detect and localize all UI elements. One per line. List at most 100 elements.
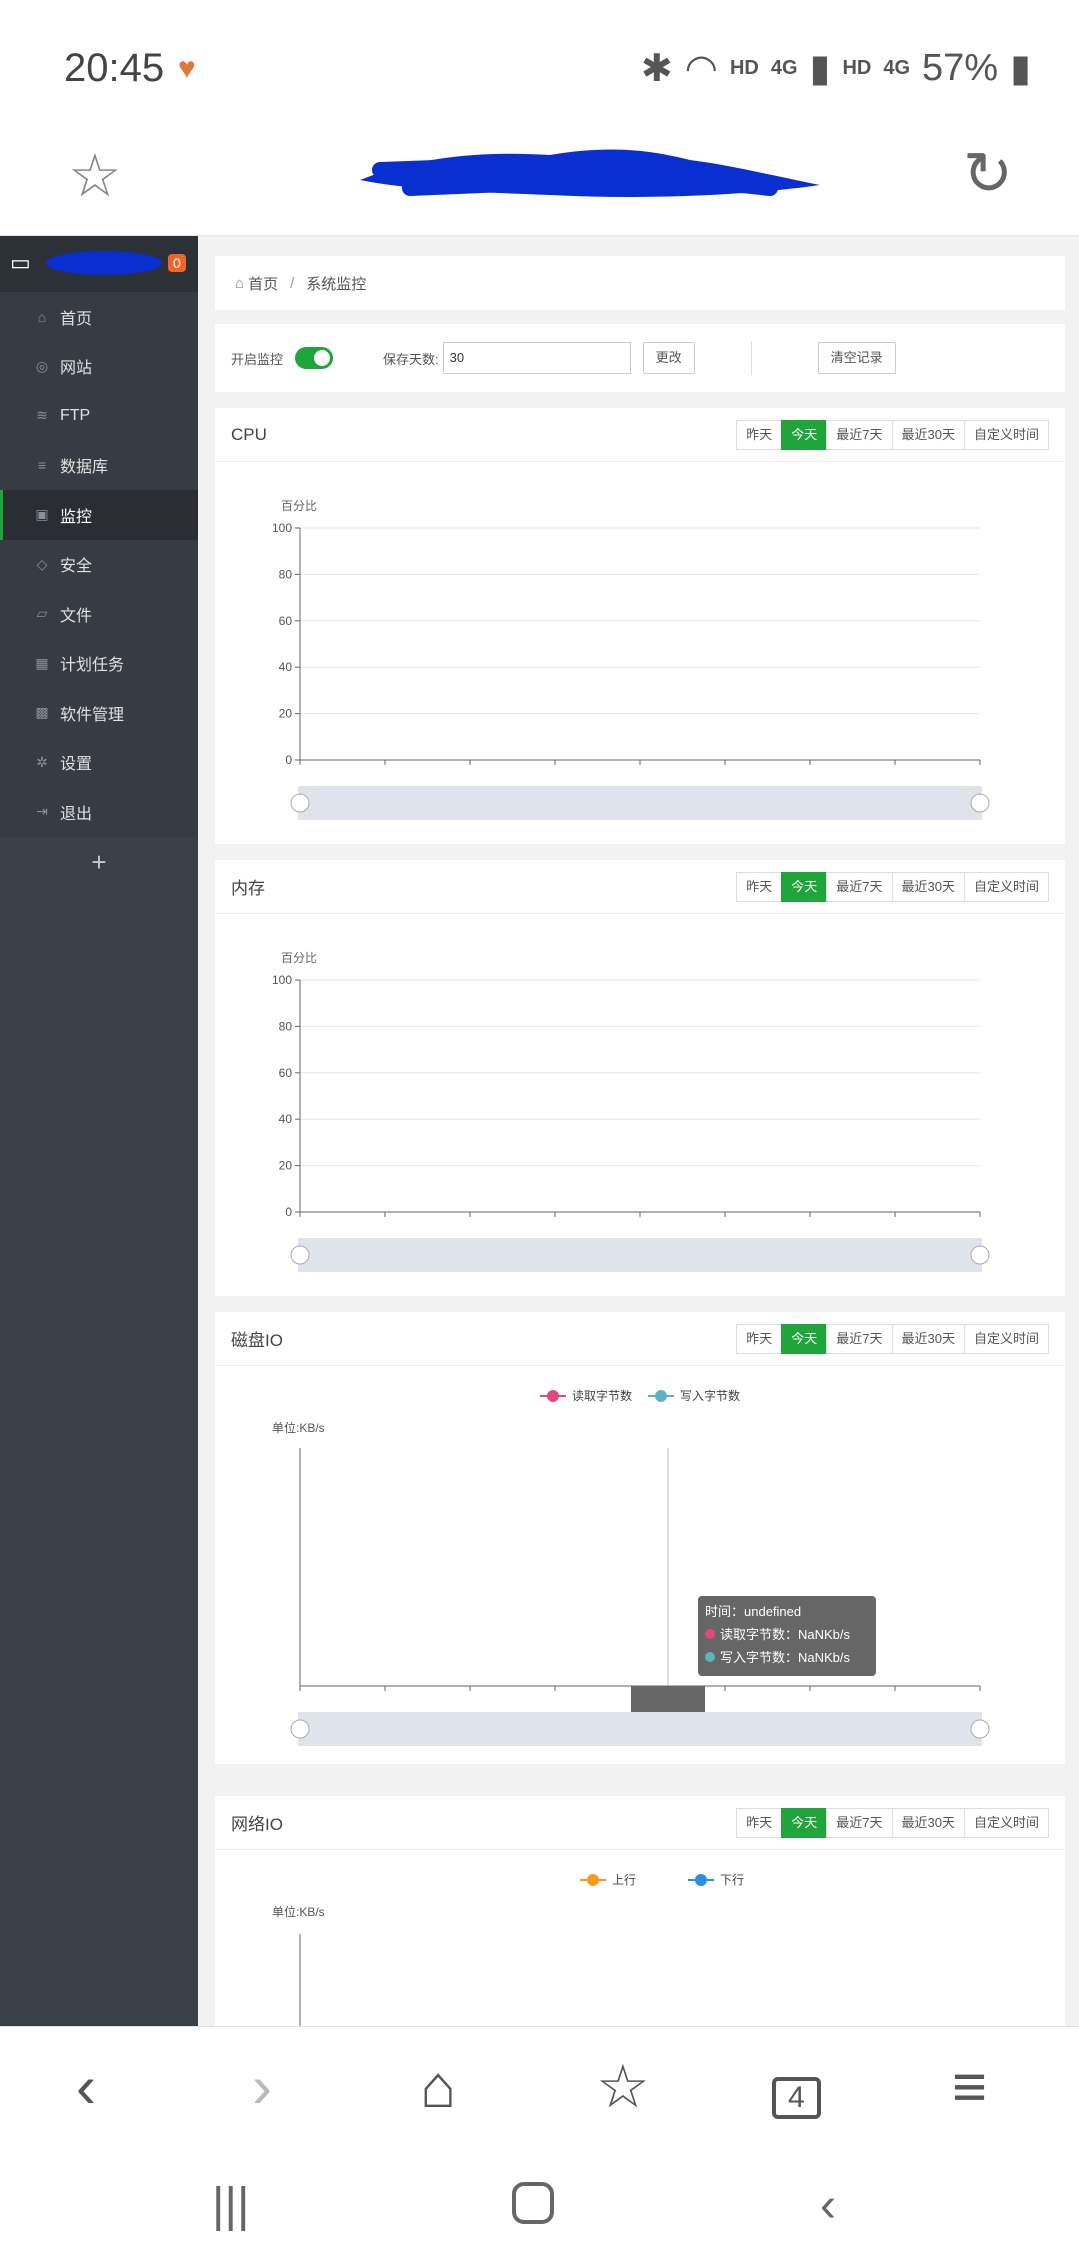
tooltip-time: 时间：undefined [705, 1604, 801, 1619]
zoom-handle-right [970, 793, 990, 813]
zoom-handle-right [970, 1245, 990, 1265]
network-io-chart: 上行 下行单位:KB/s [272, 1873, 744, 2026]
reload-icon[interactable]: ↻ [963, 144, 1013, 204]
time-range-tab[interactable]: 最近30天 [891, 420, 965, 450]
time-range-tab[interactable]: 最近7天 [826, 872, 893, 902]
sidebar-item[interactable]: ◎ 网站 [0, 342, 198, 392]
legend-marker [655, 1390, 667, 1402]
sidebar-item-label: 退出 [60, 805, 93, 823]
time-range-tab[interactable]: 最近7天 [826, 1808, 893, 1838]
y-axis-label: 百分比 [281, 499, 317, 513]
browser-toolbar: ☆ ↻ [0, 110, 1079, 236]
redacted-server-name [46, 251, 162, 275]
panel-header: 内存 昨天 今天 最近7天 最近30天 自定义时间 [215, 860, 1065, 914]
clear-records-button[interactable]: 清空记录 [817, 342, 896, 374]
tabs-count-button[interactable]: 4 [772, 2077, 821, 2119]
sidebar-item[interactable]: ▦ 计划任务 [0, 639, 198, 689]
tooltip-write: 写入字节数：NaNKb/s [720, 1650, 851, 1665]
divider [750, 341, 752, 375]
time-range-tab[interactable]: 最近7天 [826, 1324, 893, 1354]
system-nav-bar: ||| ‹ [0, 2158, 1079, 2259]
sidebar-item-label: 监控 [60, 508, 93, 526]
panel-header: 磁盘IO 昨天 今天 最近7天 最近30天 自定义时间 [215, 1312, 1065, 1366]
sidebar-item-label: 安全 [60, 558, 93, 576]
legend-marker [547, 1390, 559, 1402]
time-range-tab[interactable]: 最近30天 [891, 1808, 965, 1838]
hd-label-1: HD [729, 57, 759, 79]
sidebar-item[interactable]: ◇ 安全 [0, 540, 198, 590]
axis-pointer-label [631, 1686, 705, 1712]
sidebar: ▭ 0 ⌂ 首页 ◎ 网站 ≋ FTP ≡ 数据库 ▣ 监控 ◇ 安全 ▱ 文件 ▦ 计划任务 ▩ 软件管理 ✲ 设置… [0, 236, 198, 2026]
home-button-icon[interactable] [512, 2182, 554, 2224]
cpu-chart: 百分比 0 20 40 60 80 100 [272, 499, 990, 820]
time-range-tab[interactable]: 昨天 [736, 420, 783, 450]
y-tick-label: 40 [279, 660, 293, 674]
zoom-handle-left [290, 793, 310, 813]
y-axis-label: 单位:KB/s [272, 1904, 325, 1919]
y-tick-label: 20 [279, 1159, 293, 1173]
home-icon: ⌂ [37, 308, 47, 325]
back-icon[interactable]: ‹ [76, 2057, 96, 2117]
breadcrumb-current: 系统监控 [306, 275, 367, 293]
panel-title: 网络IO [231, 1815, 283, 1834]
time-range-tab[interactable]: 今天 [781, 1324, 828, 1354]
bluetooth-icon: ✱ [640, 48, 673, 90]
battery-percent: 57% [922, 47, 999, 89]
save-days-input[interactable]: 30 [442, 342, 631, 374]
bookmarks-icon[interactable]: ☆ [596, 2057, 650, 2117]
home-icon: ⌂ [235, 274, 245, 292]
sidebar-item[interactable]: ✲ 设置 [0, 738, 198, 788]
enable-monitor-label: 开启监控 [231, 351, 284, 367]
legend-label: 下行 [720, 1873, 744, 1887]
redacted-url-scribble[interactable] [350, 140, 830, 210]
tooltip-marker [705, 1652, 715, 1662]
y-axis-label: 单位:KB/s [272, 1420, 325, 1435]
browser-bottom-bar: ‹ › ⌂ ☆ 4 ≡ [0, 2026, 1079, 2158]
legend-label: 读取字节数 [572, 1388, 632, 1403]
breadcrumb-home[interactable]: 首页 [248, 273, 278, 294]
time-range-tab[interactable]: 昨天 [736, 1808, 783, 1838]
panel-title: CPU [231, 424, 267, 444]
enable-monitor-toggle[interactable] [295, 347, 334, 369]
ftp-icon: ≋ [36, 407, 48, 424]
memory-panel: 内存 昨天 今天 最近7天 最近30天 自定义时间 百分比 0 20 40 60 80 100 [215, 860, 1065, 1296]
time-range-tab[interactable]: 今天 [781, 872, 828, 902]
notification-badge[interactable]: 0 [168, 254, 186, 272]
sidebar-item-label: 首页 [60, 310, 93, 328]
time-range-tab[interactable]: 自定义时间 [963, 1324, 1049, 1354]
time-range-tab[interactable]: 自定义时间 [963, 1808, 1049, 1838]
change-days-button[interactable]: 更改 [642, 342, 695, 374]
time-range-tab[interactable]: 今天 [781, 420, 828, 450]
disk-io-panel: 磁盘IO 昨天 今天 最近7天 最近30天 自定义时间 读取字节数 写入字节数单位:KB/… [215, 1312, 1065, 1764]
sidebar-item[interactable]: ⌂ 首页 [0, 292, 198, 342]
panel-title: 内存 [231, 879, 265, 898]
time-range-tab[interactable]: 今天 [781, 1808, 828, 1838]
time-range-tab[interactable]: 昨天 [736, 1324, 783, 1354]
sidebar-item[interactable]: ▣ 监控 [0, 490, 198, 540]
home-icon[interactable]: ⌂ [420, 2057, 456, 2117]
forward-icon[interactable]: › [252, 2057, 272, 2117]
network-label-2: 4G [883, 57, 911, 79]
system-back-icon[interactable]: ‹ [820, 2182, 836, 2230]
sidebar-item[interactable]: ≡ 数据库 [0, 441, 198, 491]
memory-chart: 百分比 0 20 40 60 80 100 [272, 951, 990, 1272]
sidebar-item[interactable]: ≋ FTP [0, 391, 198, 441]
recent-apps-icon[interactable]: ||| [212, 2182, 249, 2230]
zoom-handle-left [290, 1245, 310, 1265]
database-icon: ≡ [37, 457, 47, 474]
status-bar: 20:45 ♥ ✱ ◠ HD 4G ▮ HD 4G 57% ▮ [0, 0, 1079, 110]
time-range-tab[interactable]: 最近30天 [891, 872, 965, 902]
add-menu-button[interactable]: + [0, 837, 198, 887]
y-tick-label: 40 [279, 1112, 293, 1126]
time-range-tab[interactable]: 昨天 [736, 872, 783, 902]
bookmark-star-icon[interactable]: ☆ [68, 146, 122, 206]
time-range-tab[interactable]: 最近7天 [826, 420, 893, 450]
time-range-tab[interactable]: 自定义时间 [963, 872, 1049, 902]
time-range-tab[interactable]: 最近30天 [891, 1324, 965, 1354]
legend-label: 写入字节数 [680, 1388, 740, 1403]
sidebar-item[interactable]: ⇥ 退出 [0, 787, 198, 837]
menu-icon[interactable]: ≡ [952, 2057, 987, 2117]
time-range-tab[interactable]: 自定义时间 [963, 420, 1049, 450]
sidebar-item[interactable]: ▱ 文件 [0, 589, 198, 639]
sidebar-item[interactable]: ▩ 软件管理 [0, 688, 198, 738]
